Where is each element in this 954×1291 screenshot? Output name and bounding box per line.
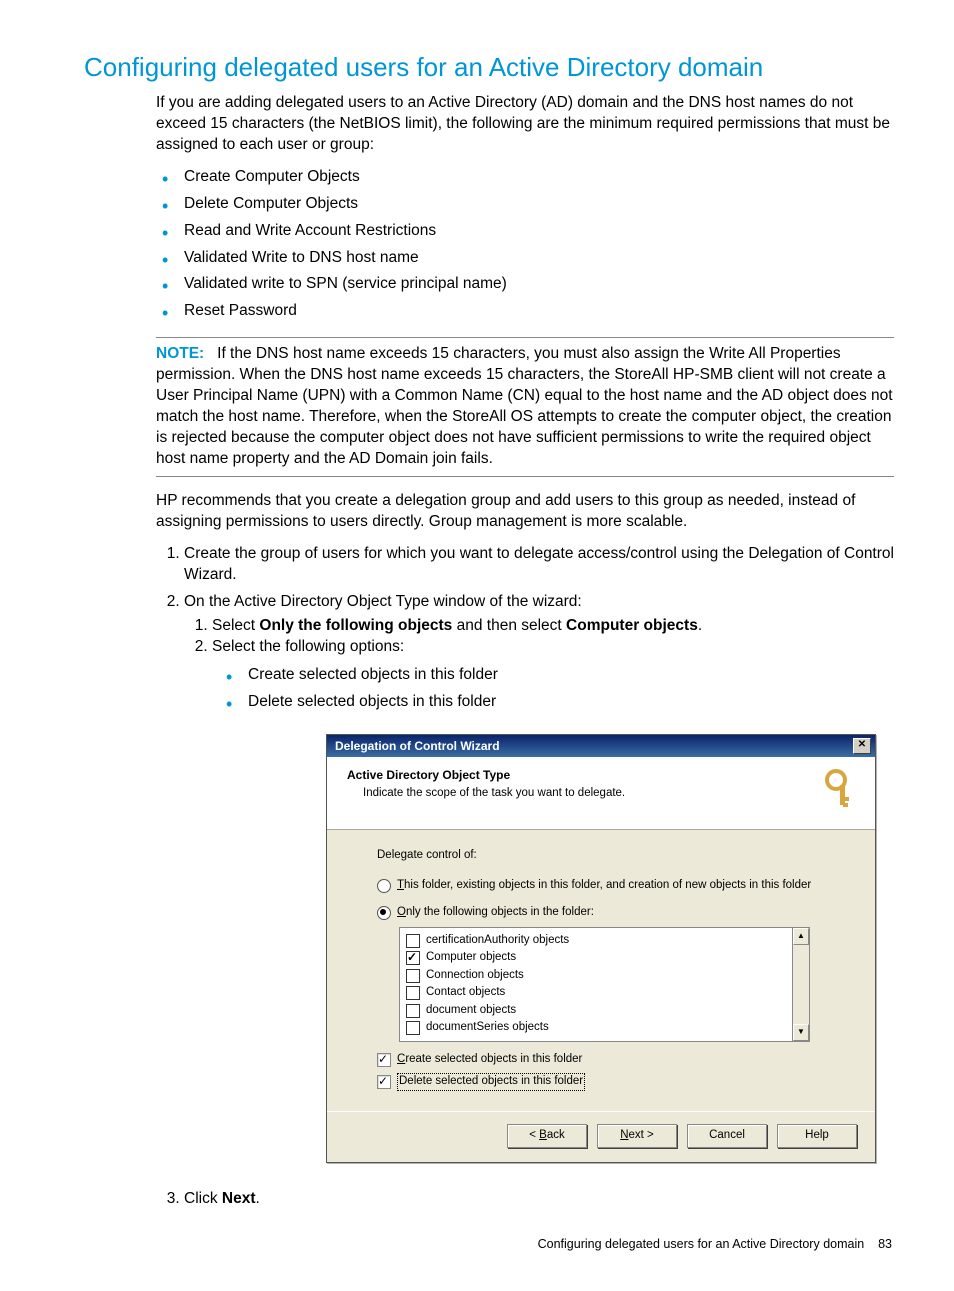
- sub-bullet: Delete selected objects in this folder: [248, 689, 894, 716]
- page-footer: Configuring delegated users for an Activ…: [84, 1237, 894, 1251]
- listbox-scrollbar[interactable]: ▲ ▼: [793, 927, 810, 1042]
- list-item[interactable]: Contact objects: [406, 984, 786, 1002]
- scroll-up-icon[interactable]: ▲: [793, 928, 809, 945]
- substeps-list: Select Only the following objects and th…: [184, 616, 894, 716]
- next-button[interactable]: Next >: [597, 1124, 677, 1148]
- perm-item: Create Computer Objects: [184, 164, 894, 191]
- close-button[interactable]: ✕: [853, 738, 871, 754]
- object-type-listbox[interactable]: certificationAuthority objects Computer …: [399, 927, 847, 1042]
- help-button[interactable]: Help: [777, 1124, 857, 1148]
- dialog-header-title: Active Directory Object Type: [347, 767, 821, 783]
- list-item[interactable]: document objects: [406, 1002, 786, 1020]
- step-3: Click Next.: [184, 1186, 894, 1213]
- step-2: On the Active Directory Object Type wind…: [184, 589, 894, 1186]
- checkbox-icon[interactable]: [406, 934, 420, 948]
- sub-bullet-list: Create selected objects in this folder D…: [220, 662, 894, 716]
- note-box: NOTE: If the DNS host name exceeds 15 ch…: [156, 337, 894, 477]
- step-2-text: On the Active Directory Object Type wind…: [184, 593, 582, 610]
- checkbox-icon[interactable]: [406, 986, 420, 1000]
- substep-2: Select the following options: Create sel…: [212, 637, 894, 716]
- checkbox-create-label: Create selected objects in this folder: [397, 1052, 582, 1068]
- permissions-list: Create Computer Objects Delete Computer …: [156, 164, 894, 326]
- perm-item: Delete Computer Objects: [184, 191, 894, 218]
- perm-item: Reset Password: [184, 298, 894, 325]
- dialog-body: Delegate control of: This folder, existi…: [327, 830, 875, 1111]
- dialog-titlebar: Delegation of Control Wizard ✕: [327, 735, 875, 757]
- checkbox-create-objects[interactable]: [377, 1053, 391, 1067]
- radio-only-following[interactable]: [377, 906, 391, 920]
- radio-this-folder[interactable]: [377, 879, 391, 893]
- note-label: NOTE:: [156, 345, 204, 362]
- checkbox-delete-objects[interactable]: [377, 1075, 391, 1089]
- recommend-paragraph: HP recommends that you create a delegati…: [156, 491, 894, 533]
- step-1: Create the group of users for which you …: [184, 541, 894, 589]
- list-item[interactable]: Computer objects: [406, 949, 786, 967]
- delegate-label: Delegate control of:: [377, 848, 847, 864]
- radio-only-following-label: Only the following objects in the folder…: [397, 905, 594, 921]
- perm-item: Validated Write to DNS host name: [184, 245, 894, 272]
- substep-1: Select Only the following objects and th…: [212, 616, 894, 637]
- checkbox-icon[interactable]: [406, 951, 420, 965]
- intro-paragraph: If you are adding delegated users to an …: [156, 93, 894, 156]
- dialog-header-subtitle: Indicate the scope of the task you want …: [363, 786, 821, 802]
- checkbox-delete-label: Delete selected objects in this folder: [397, 1073, 585, 1091]
- delegation-wizard-dialog: Delegation of Control Wizard ✕ Active Di…: [326, 734, 876, 1163]
- sub-bullet: Create selected objects in this folder: [248, 662, 894, 689]
- back-button[interactable]: < Back: [507, 1124, 587, 1148]
- radio-this-folder-label: This folder, existing objects in this fo…: [397, 878, 811, 894]
- checkbox-icon[interactable]: [406, 969, 420, 983]
- scroll-down-icon[interactable]: ▼: [793, 1024, 809, 1041]
- perm-item: Validated write to SPN (service principa…: [184, 271, 894, 298]
- dialog-button-row: < Back Next > Cancel Help: [327, 1111, 875, 1162]
- list-item[interactable]: Connection objects: [406, 967, 786, 985]
- perm-item: Read and Write Account Restrictions: [184, 218, 894, 245]
- list-item[interactable]: certificationAuthority objects: [406, 932, 786, 950]
- checkbox-icon[interactable]: [406, 1021, 420, 1035]
- cancel-button[interactable]: Cancel: [687, 1124, 767, 1148]
- key-icon: [821, 767, 863, 809]
- page-heading: Configuring delegated users for an Activ…: [84, 52, 894, 83]
- dialog-header: Active Directory Object Type Indicate th…: [327, 757, 875, 830]
- dialog-title: Delegation of Control Wizard: [335, 738, 500, 754]
- checkbox-icon[interactable]: [406, 1004, 420, 1018]
- steps-list: Create the group of users for which you …: [156, 541, 894, 1213]
- note-text: If the DNS host name exceeds 15 characte…: [156, 345, 893, 467]
- list-item[interactable]: documentSeries objects: [406, 1019, 786, 1037]
